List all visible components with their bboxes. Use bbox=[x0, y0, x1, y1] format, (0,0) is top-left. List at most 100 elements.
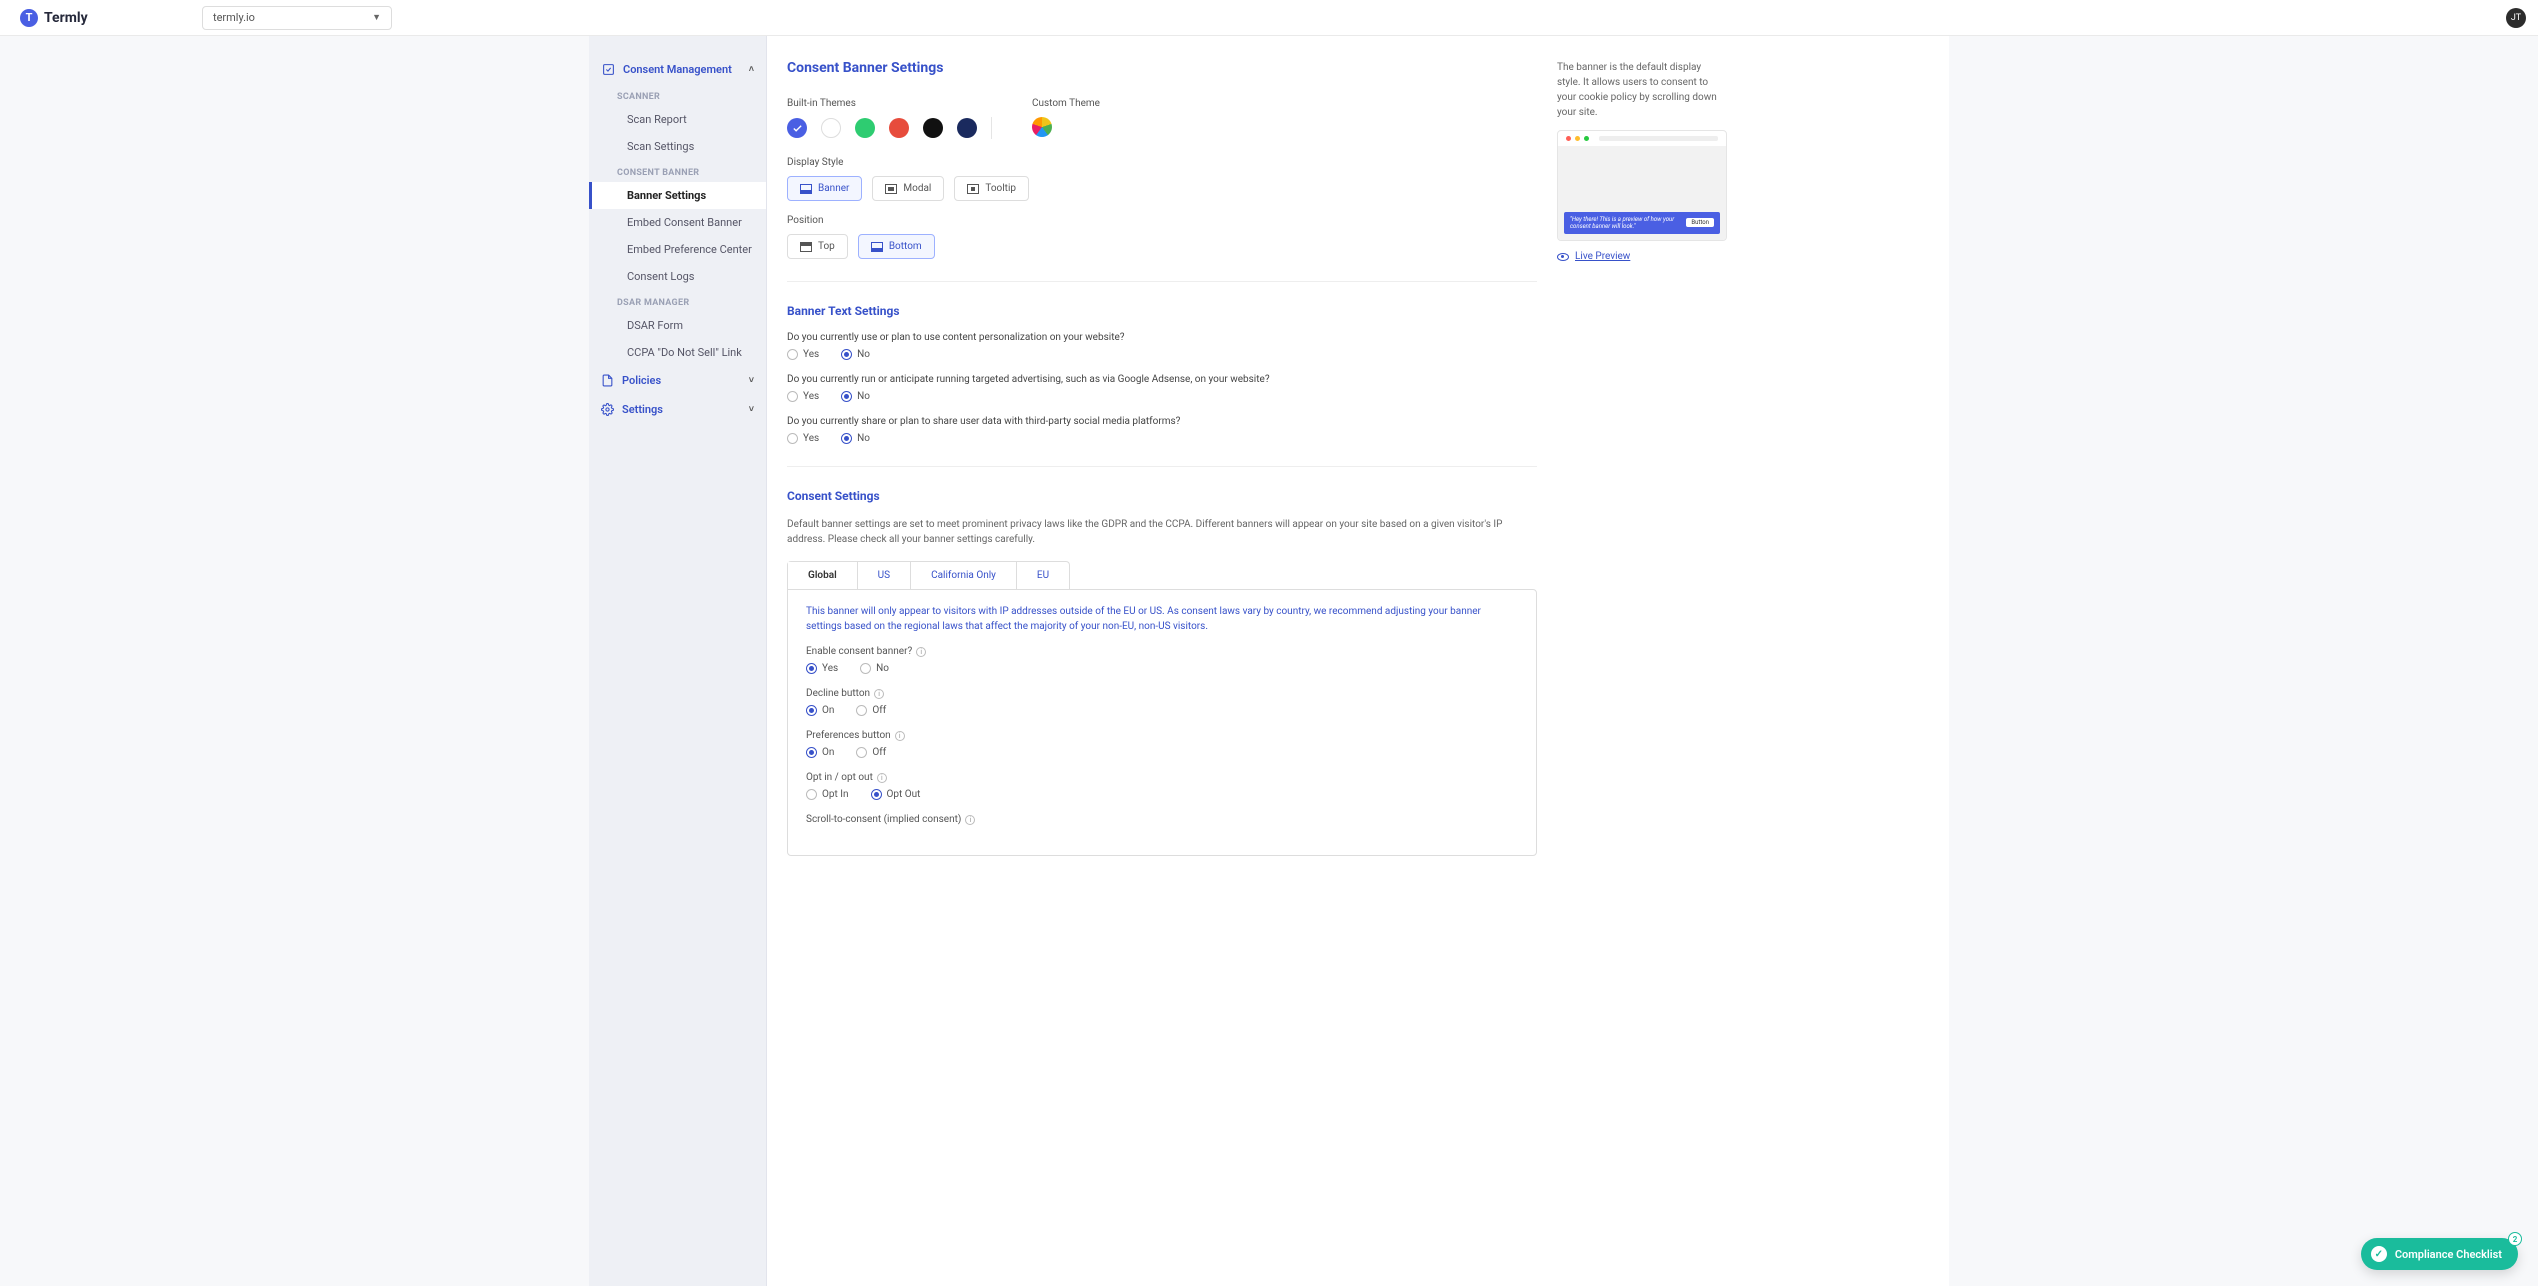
main: Consent Banner Settings Built-in Themes bbox=[767, 36, 1949, 1286]
question-1: Do you currently use or plan to use cont… bbox=[787, 332, 1537, 360]
tab-body-global: This banner will only appear to visitors… bbox=[787, 589, 1537, 856]
theme-swatch-green[interactable] bbox=[855, 118, 875, 138]
sidebar-item-banner-settings[interactable]: Banner Settings bbox=[589, 182, 766, 209]
q3-no[interactable]: No bbox=[841, 433, 870, 444]
radio-icon bbox=[860, 663, 871, 674]
custom-theme-swatch[interactable] bbox=[1032, 117, 1052, 137]
info-icon[interactable]: i bbox=[965, 815, 975, 825]
sidebar-item-embed-consent-banner[interactable]: Embed Consent Banner bbox=[589, 209, 766, 236]
radio-icon bbox=[841, 433, 852, 444]
setting-decline: Decline buttoni On Off bbox=[806, 688, 1518, 716]
position-block: Position Top Bottom bbox=[787, 215, 1537, 259]
setting-optinout: Opt in / opt outi Opt In Opt Out bbox=[806, 772, 1518, 800]
window-min-dot bbox=[1575, 136, 1580, 141]
q1-no[interactable]: No bbox=[841, 349, 870, 360]
decline-off[interactable]: Off bbox=[856, 705, 886, 716]
chevron-down-icon: ˅ bbox=[749, 404, 754, 415]
right-column: The banner is the default display style.… bbox=[1557, 60, 1727, 1246]
region-tabs: Global US California Only EU bbox=[787, 561, 1070, 589]
radio-icon bbox=[856, 705, 867, 716]
window-close-dot bbox=[1566, 136, 1571, 141]
brand-logo-icon: T bbox=[20, 9, 38, 27]
q1-yes[interactable]: Yes bbox=[787, 349, 819, 360]
q3-yes[interactable]: Yes bbox=[787, 433, 819, 444]
builtin-label: Built-in Themes bbox=[787, 98, 992, 109]
preview-banner-text: "Hey there! This is a preview of how you… bbox=[1570, 216, 1680, 230]
sidebar-item-embed-preference-center[interactable]: Embed Preference Center bbox=[589, 236, 766, 263]
sidebar-item-dsar-form[interactable]: DSAR Form bbox=[589, 312, 766, 339]
top-icon bbox=[800, 242, 812, 252]
position-options: Top Bottom bbox=[787, 234, 1537, 259]
group-consent-banner: CONSENT BANNER bbox=[589, 160, 766, 182]
radio-icon bbox=[871, 789, 882, 800]
prefs-on[interactable]: On bbox=[806, 747, 834, 758]
position-label: Position bbox=[787, 215, 1537, 226]
theme-swatch-navy[interactable] bbox=[957, 118, 977, 138]
opt-out[interactable]: Opt Out bbox=[871, 789, 921, 800]
field-label: Opt in / opt outi bbox=[806, 772, 1518, 783]
chevron-down-icon: ▼ bbox=[372, 12, 381, 23]
tab-us[interactable]: US bbox=[858, 562, 911, 589]
compliance-checklist-button[interactable]: ✓ Compliance Checklist 2 bbox=[2361, 1238, 2518, 1270]
banner-icon bbox=[800, 184, 812, 194]
radio-icon bbox=[787, 349, 798, 360]
sidebar-item-ccpa-link[interactable]: CCPA "Do Not Sell" Link bbox=[589, 339, 766, 366]
sidebar-item-scan-report[interactable]: Scan Report bbox=[589, 106, 766, 133]
theme-swatch-blue[interactable] bbox=[787, 118, 807, 138]
opt-in[interactable]: Opt In bbox=[806, 789, 849, 800]
radio-icon bbox=[806, 705, 817, 716]
info-icon[interactable]: i bbox=[895, 731, 905, 741]
radio-icon bbox=[787, 433, 798, 444]
tab-global[interactable]: Global bbox=[788, 562, 858, 589]
info-icon[interactable]: i bbox=[916, 647, 926, 657]
display-banner-button[interactable]: Banner bbox=[787, 176, 862, 201]
radio-row: Yes No bbox=[787, 391, 1537, 402]
theme-swatch-white[interactable] bbox=[821, 118, 841, 138]
live-preview-link[interactable]: Live Preview bbox=[1557, 251, 1727, 262]
banner-text-heading: Banner Text Settings bbox=[787, 304, 1537, 318]
sidebar-item-scan-settings[interactable]: Scan Settings bbox=[589, 133, 766, 160]
theme-swatch-red[interactable] bbox=[889, 118, 909, 138]
tab-eu[interactable]: EU bbox=[1017, 562, 1069, 589]
setting-scroll: Scroll-to-consent (implied consent)i bbox=[806, 814, 1518, 825]
site-selector[interactable]: termly.io ▼ bbox=[202, 6, 392, 30]
nav-label: Consent Management bbox=[623, 63, 732, 76]
tab-california[interactable]: California Only bbox=[911, 562, 1017, 589]
app-body: Consent Management ˄ SCANNER Scan Report… bbox=[589, 36, 1949, 1286]
nav-policies[interactable]: Policies ˅ bbox=[589, 366, 766, 395]
info-icon[interactable]: i bbox=[877, 773, 887, 783]
q2-yes[interactable]: Yes bbox=[787, 391, 819, 402]
display-tooltip-button[interactable]: Tooltip bbox=[954, 176, 1029, 201]
position-top-button[interactable]: Top bbox=[787, 234, 848, 259]
brand: T Termly bbox=[12, 9, 190, 27]
question-text: Do you currently use or plan to use cont… bbox=[787, 332, 1537, 343]
sidebar-item-consent-logs[interactable]: Consent Logs bbox=[589, 263, 766, 290]
info-icon[interactable]: i bbox=[874, 689, 884, 699]
compliance-badge: 2 bbox=[2508, 1232, 2522, 1246]
nav-settings[interactable]: Settings ˅ bbox=[589, 395, 766, 424]
preview-viewport: "Hey there! This is a preview of how you… bbox=[1558, 146, 1726, 240]
chevron-up-icon: ˄ bbox=[749, 64, 754, 75]
consent-settings-heading: Consent Settings bbox=[787, 489, 1537, 503]
q2-no[interactable]: No bbox=[841, 391, 870, 402]
nav-consent-management[interactable]: Consent Management ˄ bbox=[589, 54, 766, 84]
radio-icon bbox=[841, 349, 852, 360]
avatar[interactable]: JT bbox=[2506, 8, 2526, 28]
decline-on[interactable]: On bbox=[806, 705, 834, 716]
enable-yes[interactable]: Yes bbox=[806, 663, 838, 674]
setting-enable: Enable consent banner?i Yes No bbox=[806, 646, 1518, 674]
page-title: Consent Banner Settings bbox=[787, 60, 1537, 76]
display-modal-button[interactable]: Modal bbox=[872, 176, 944, 201]
question-2: Do you currently run or anticipate runni… bbox=[787, 374, 1537, 402]
position-bottom-button[interactable]: Bottom bbox=[858, 234, 935, 259]
enable-no[interactable]: No bbox=[860, 663, 889, 674]
field-label: Decline buttoni bbox=[806, 688, 1518, 699]
chevron-down-icon: ˅ bbox=[749, 375, 754, 386]
prefs-off[interactable]: Off bbox=[856, 747, 886, 758]
themes-row: Built-in Themes Custom Theme bbox=[787, 98, 1537, 139]
eye-icon bbox=[1557, 253, 1569, 261]
field-label: Enable consent banner?i bbox=[806, 646, 1518, 657]
custom-theme: Custom Theme bbox=[1032, 98, 1100, 137]
theme-swatch-black[interactable] bbox=[923, 118, 943, 138]
document-icon bbox=[601, 374, 614, 387]
